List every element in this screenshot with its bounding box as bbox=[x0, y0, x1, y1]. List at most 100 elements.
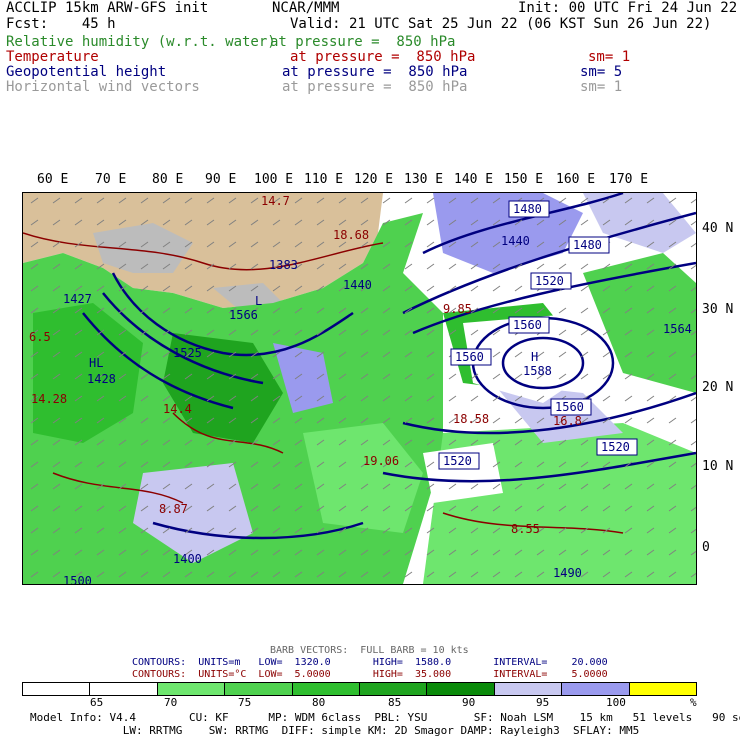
lat-label: 0 bbox=[702, 540, 710, 555]
scale-tick: 85 bbox=[388, 696, 402, 709]
field-rh-name: Relative humidity (w.r.t. water) bbox=[6, 34, 276, 50]
scale-segment bbox=[90, 683, 158, 695]
scale-segment bbox=[157, 683, 226, 695]
valid-time: Valid: 21 UTC Sat 25 Jun 22 (06 KST Sun … bbox=[290, 16, 712, 32]
field-wind-name: Horizontal wind vectors bbox=[6, 79, 200, 95]
wind-barb bbox=[580, 219, 589, 226]
contours-temp: CONTOURS: UNITS=°C LOW= 5.0000 HIGH= 35.… bbox=[132, 669, 608, 680]
wind-barb bbox=[624, 395, 633, 402]
lat-label: 30 N bbox=[702, 302, 734, 317]
field-temp-sm: sm= 1 bbox=[588, 49, 631, 65]
scale-tick: 80 bbox=[312, 696, 326, 709]
height-label: 1480 bbox=[573, 238, 602, 252]
field-wind-sm: sm= 1 bbox=[580, 79, 623, 95]
height-label: 1500 bbox=[63, 574, 92, 584]
field-temp-pressure: at pressure = 850 hPa bbox=[290, 49, 476, 65]
wind-barb bbox=[690, 242, 696, 248]
height-label: 1400 bbox=[173, 552, 202, 566]
lon-label: 70 E bbox=[95, 172, 127, 187]
scale-tick: 100 bbox=[606, 696, 626, 709]
temp-label: 6.5 bbox=[29, 330, 51, 344]
temp-label: 16.8 bbox=[553, 414, 582, 428]
init-time: Init: 00 UTC Fri 24 Jun 22 bbox=[518, 0, 738, 16]
wind-barb bbox=[690, 396, 696, 402]
barb-legend: BARB VECTORS: FULL BARB = 10 kts bbox=[270, 645, 469, 656]
wind-barb bbox=[426, 241, 435, 248]
height-label: 1428 bbox=[87, 372, 116, 386]
wind-barb bbox=[536, 263, 545, 270]
temp-label: 18.68 bbox=[333, 228, 369, 242]
lon-label: 120 E bbox=[354, 172, 394, 187]
lon-label: 170 E bbox=[609, 172, 649, 187]
wind-barb bbox=[580, 263, 589, 270]
wind-barb bbox=[646, 417, 655, 424]
height-label: 1588 bbox=[523, 364, 552, 378]
wind-barb bbox=[690, 220, 696, 226]
height-label: 1520 bbox=[601, 440, 630, 454]
wind-barb bbox=[602, 395, 611, 402]
field-wind-pressure: at pressure = 850 hPa bbox=[282, 79, 468, 95]
wind-barb bbox=[558, 197, 567, 204]
height-label: 1560 bbox=[555, 400, 584, 414]
wind-barb bbox=[580, 307, 589, 314]
wind-barb bbox=[448, 263, 457, 270]
wind-barb bbox=[382, 197, 391, 204]
high-marker: H bbox=[531, 350, 538, 364]
height-label: 1525 bbox=[173, 346, 202, 360]
wind-barb bbox=[580, 285, 589, 292]
wind-barb bbox=[492, 285, 501, 292]
wind-barb bbox=[624, 241, 633, 248]
height-label: 1564 bbox=[663, 322, 692, 336]
height-label: 1480 bbox=[513, 202, 542, 216]
lon-label: 80 E bbox=[152, 172, 184, 187]
lon-label: 150 E bbox=[504, 172, 544, 187]
height-label: 1440 bbox=[343, 278, 372, 292]
wind-barb bbox=[690, 198, 696, 204]
lon-label: 130 E bbox=[404, 172, 444, 187]
wind-barb bbox=[426, 219, 435, 226]
wind-barb bbox=[602, 351, 611, 358]
forecast-hour: Fcst: 45 h bbox=[6, 16, 116, 32]
height-label: 1383 bbox=[269, 258, 298, 272]
temp-label: 18.58 bbox=[453, 412, 489, 426]
wind-barb bbox=[448, 395, 457, 402]
height-label: 1520 bbox=[535, 274, 564, 288]
wind-barb bbox=[492, 417, 501, 424]
field-rh-pressure: at pressure = 850 hPa bbox=[270, 34, 456, 50]
wind-barb bbox=[404, 263, 413, 270]
wind-barb bbox=[646, 395, 655, 402]
field-height-sm: sm= 5 bbox=[580, 64, 623, 80]
map-canvas: 1560 1588 1560 1560 1520 1520 1520 1480 … bbox=[23, 193, 696, 584]
scale-segment bbox=[427, 683, 495, 695]
humidity-region bbox=[433, 193, 583, 273]
model-info-line1: Model Info: V4.4 CU: KF MP: WDM 6class P… bbox=[30, 711, 740, 724]
scale-tick: 75 bbox=[238, 696, 252, 709]
temp-label: 8.87 bbox=[159, 502, 188, 516]
field-height-name: Geopotential height bbox=[6, 64, 167, 80]
wind-barb bbox=[668, 417, 677, 424]
height-label: 1560 bbox=[513, 318, 542, 332]
wind-barb bbox=[470, 395, 479, 402]
scale-segment bbox=[225, 683, 293, 695]
scale-tick: 95 bbox=[536, 696, 550, 709]
temp-label: 14.28 bbox=[31, 392, 67, 406]
scale-tick: 65 bbox=[90, 696, 104, 709]
field-height-pressure: at pressure = 850 hPa bbox=[282, 64, 468, 80]
height-label: 1520 bbox=[443, 454, 472, 468]
temp-label: 19.06 bbox=[363, 454, 399, 468]
lon-label: 160 E bbox=[556, 172, 596, 187]
scale-segment bbox=[562, 683, 630, 695]
wind-barb bbox=[690, 418, 696, 424]
height-label: 1566 bbox=[229, 308, 258, 322]
height-label: 1427 bbox=[63, 292, 92, 306]
institution: NCAR/MMM bbox=[272, 0, 340, 16]
scale-tick: 90 bbox=[462, 696, 476, 709]
wind-barb bbox=[668, 197, 677, 204]
wind-barb bbox=[514, 417, 523, 424]
scale-segment bbox=[292, 683, 361, 695]
rh-color-scale bbox=[22, 682, 697, 696]
low-marker: L bbox=[255, 294, 262, 308]
temp-label: 8.55 bbox=[511, 522, 540, 536]
scale-tick: % bbox=[690, 696, 697, 709]
model-info-line2: LW: RRTMG SW: RRTMG DIFF: simple KM: 2D … bbox=[30, 724, 640, 737]
